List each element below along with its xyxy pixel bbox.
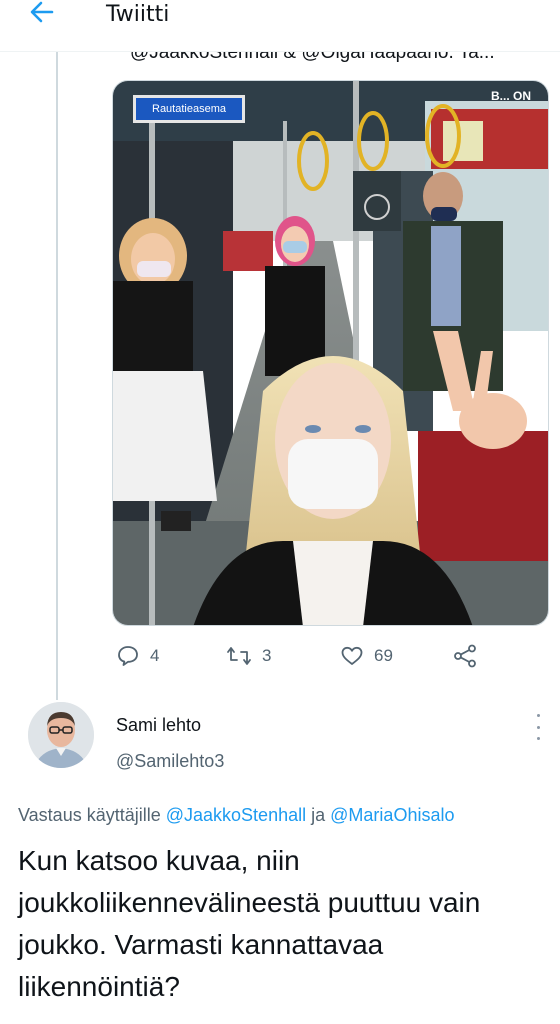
- mention-link[interactable]: @JaakkoStenhall: [166, 805, 306, 825]
- more-dot-icon: [536, 725, 540, 729]
- reply-count: 4: [150, 646, 160, 665]
- thread-line: [56, 52, 58, 700]
- tweet-text: Kun katsoo kuvaa, niin joukkoliikenneväl…: [18, 845, 481, 1002]
- tram-destination-sign: Rautatieasema: [133, 95, 245, 123]
- replying-to-line: Vastaus käyttäjille @JaakkoStenhall ja @…: [18, 805, 454, 826]
- reply-conjunction: ja: [311, 805, 326, 825]
- user-handle[interactable]: @Samilehto3: [116, 751, 224, 772]
- store-sign: B... ON: [491, 89, 532, 103]
- tram-selfie-image: [113, 81, 548, 625]
- user-photo: [28, 702, 94, 768]
- more-dot-icon: [536, 737, 540, 740]
- avatar[interactable]: [28, 702, 94, 768]
- share-icon: [454, 644, 476, 668]
- reply-icon: [118, 646, 138, 666]
- back-button[interactable]: [22, 0, 62, 32]
- mention-link[interactable]: @MariaOhisalo: [330, 805, 454, 825]
- arrow-left-icon: [30, 1, 54, 23]
- tweet-action-bar: 4 3 69: [112, 640, 552, 674]
- like-count: 69: [374, 646, 393, 665]
- share-button[interactable]: [452, 640, 478, 672]
- more-dot-icon: [536, 714, 540, 717]
- tweet-photo[interactable]: Rautatieasema B... ON: [112, 80, 549, 626]
- retweet-button[interactable]: 3: [226, 640, 271, 672]
- like-button[interactable]: 69: [340, 640, 393, 672]
- reply-prefix: Vastaus käyttäjille: [18, 805, 161, 825]
- reply-button[interactable]: 4: [116, 640, 159, 672]
- display-name[interactable]: Sami lehto: [116, 715, 201, 736]
- page-title: Twiitti: [106, 2, 170, 27]
- top-bar: Twiitti: [0, 0, 560, 52]
- retweet-icon: [227, 647, 251, 665]
- more-options-button[interactable]: [526, 714, 550, 740]
- retweet-count: 3: [262, 646, 272, 665]
- like-icon: [341, 646, 363, 665]
